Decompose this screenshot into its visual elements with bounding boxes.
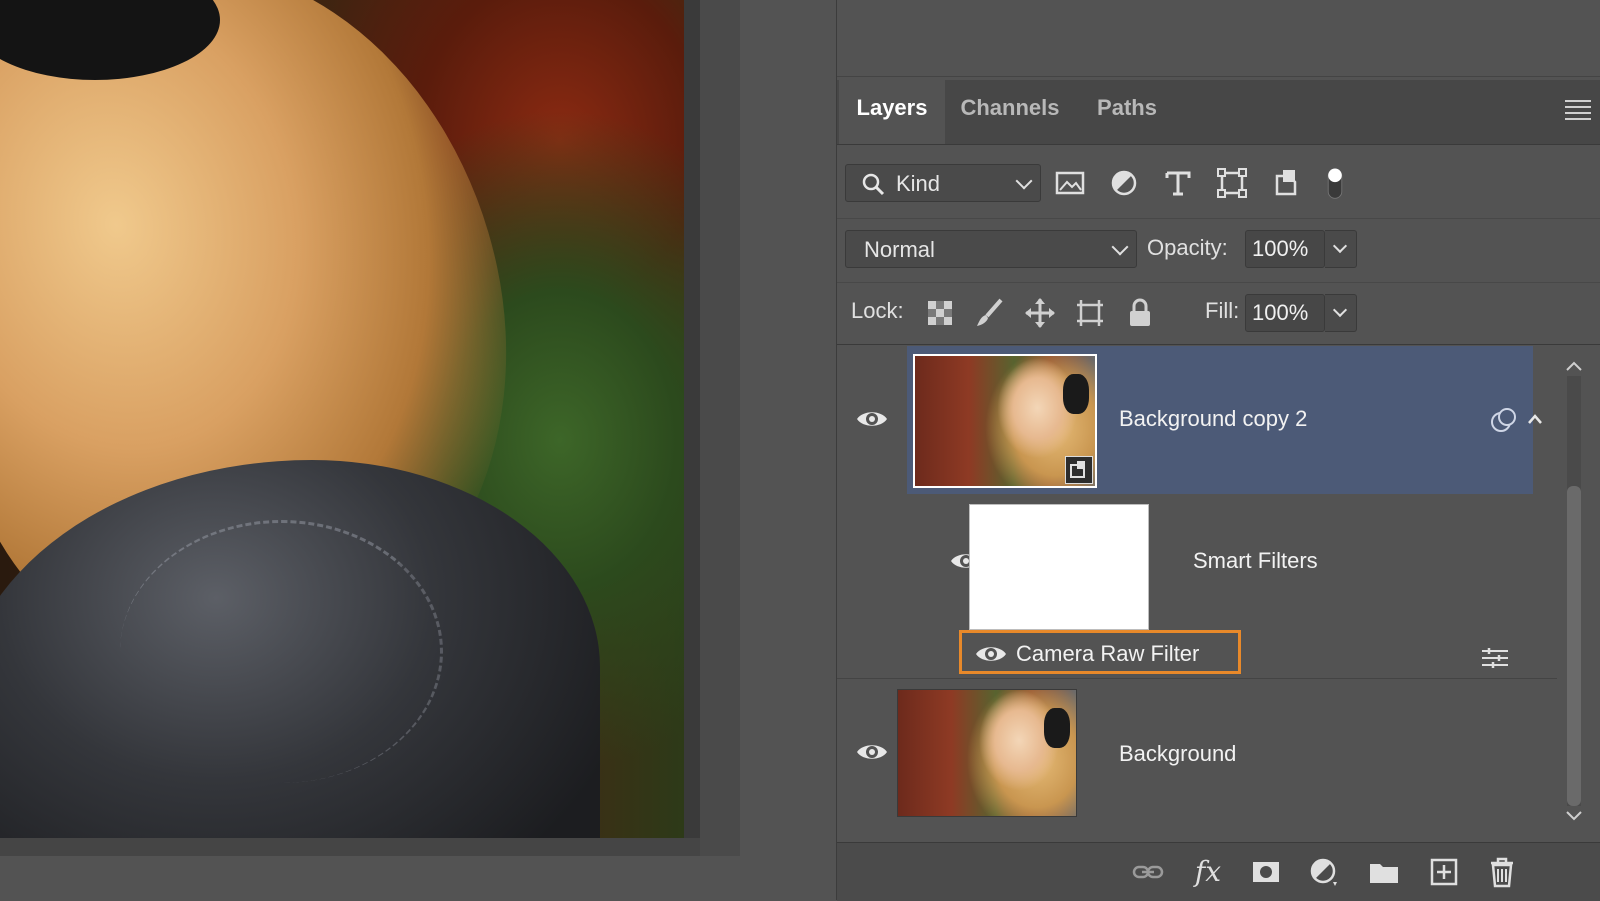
image-filter-icon[interactable] [1053, 166, 1087, 200]
fill-label: Fill: [1205, 298, 1240, 323]
smart-object-badge-icon [1065, 456, 1093, 484]
adjustment-filter-icon[interactable] [1107, 166, 1141, 200]
panel-menu-icon[interactable] [1565, 100, 1591, 120]
canvas-vertical-scrollbar[interactable] [700, 0, 740, 856]
fill-input[interactable]: 100% [1245, 294, 1325, 332]
link-icon[interactable] [1131, 855, 1165, 889]
lock-position-icon[interactable] [1023, 296, 1057, 330]
panel-top-area [837, 0, 1600, 77]
chevron-down-icon [1015, 172, 1033, 190]
opacity-dropdown-button[interactable] [1325, 230, 1357, 268]
tab-channels[interactable]: Channels [945, 80, 1075, 144]
opacity-label: Opacity: [1147, 235, 1228, 260]
eye-icon[interactable] [855, 741, 889, 763]
adjustment-layer-icon[interactable] [1307, 855, 1341, 889]
tab-layers[interactable]: Layers [839, 80, 945, 144]
smart-object-filter-icon[interactable] [1269, 166, 1303, 200]
search-icon [862, 173, 885, 196]
camera-raw-filter-label: Camera Raw Filter [1016, 641, 1200, 666]
layer-thumbnail-background-copy-2[interactable] [913, 354, 1097, 488]
blend-mode-label: Normal [864, 237, 935, 262]
folder-icon[interactable] [1367, 855, 1401, 889]
lock-all-icon[interactable] [1123, 296, 1157, 330]
smart-filters-mask-thumbnail[interactable] [969, 504, 1149, 630]
layers-scrollbar[interactable] [1557, 346, 1589, 826]
smart-filter-indicator-icon [1491, 408, 1516, 432]
lock-artboard-icon[interactable] [1073, 296, 1107, 330]
shape-filter-icon[interactable] [1215, 166, 1249, 200]
trash-icon[interactable] [1485, 855, 1519, 889]
layers-list: Background copy 2 Smart Filters Camera R… [837, 346, 1557, 842]
layer-filter-row: Kind [837, 148, 1600, 219]
filter-kind-label: Kind [896, 171, 941, 196]
chevron-up-icon[interactable] [1527, 412, 1543, 426]
canvas-status-strip [0, 856, 740, 900]
layer-thumbnail-background[interactable] [897, 689, 1077, 817]
smart-filters-label[interactable]: Smart Filters [1193, 548, 1318, 574]
scroll-up-icon[interactable] [1565, 360, 1583, 372]
photo-jacket-seam [120, 520, 443, 783]
filter-toggle-icon[interactable] [1321, 166, 1349, 200]
filter-kind-dropdown[interactable]: Kind [845, 164, 1041, 202]
eye-icon[interactable] [974, 643, 1008, 665]
tab-paths[interactable]: Paths [1075, 80, 1179, 144]
mask-icon[interactable] [1249, 855, 1283, 889]
layers-panel: Layers Channels Paths Kind Normal Opacit… [836, 0, 1600, 901]
type-filter-icon[interactable] [1161, 166, 1195, 200]
lock-pixels-icon[interactable] [923, 296, 957, 330]
lock-brush-icon[interactable] [973, 296, 1007, 330]
blend-mode-dropdown[interactable]: Normal [845, 230, 1137, 268]
document-canvas-area [0, 0, 740, 900]
thumbnail-headphones [1063, 374, 1089, 414]
blend-row: Normal Opacity: 100% [837, 220, 1600, 283]
lock-row: Lock: Fill: 100% [837, 282, 1600, 345]
lock-label: Lock: [851, 298, 904, 323]
smart-filters-group: Smart Filters Camera Raw Filter [837, 496, 1557, 676]
new-layer-icon[interactable] [1427, 855, 1461, 889]
scroll-down-icon[interactable] [1565, 810, 1583, 822]
thumbnail-headphones [1044, 708, 1070, 748]
panel-tabs: Layers Channels Paths [837, 80, 1600, 145]
layers-bottom-toolbar: fx [837, 842, 1600, 901]
scrollbar-thumb[interactable] [1567, 486, 1581, 806]
panel-gutter [740, 0, 836, 900]
chevron-down-icon [1111, 238, 1129, 256]
layer-row-background[interactable]: Background [837, 678, 1557, 827]
document-photo[interactable] [0, 0, 684, 838]
layer-name: Background [1119, 741, 1237, 766]
eye-icon[interactable] [855, 408, 889, 430]
canvas-horizontal-scrollbar[interactable] [0, 838, 740, 856]
layer-name: Background copy 2 [1119, 406, 1308, 431]
fx-icon[interactable]: fx [1191, 855, 1225, 889]
filter-blending-options-icon[interactable] [1479, 646, 1511, 670]
opacity-input[interactable]: 100% [1245, 230, 1325, 268]
camera-raw-filter-row[interactable]: Camera Raw Filter [959, 630, 1241, 674]
layer-row-background-copy-2[interactable]: Background copy 2 [837, 346, 1557, 494]
fill-dropdown-button[interactable] [1325, 294, 1357, 332]
